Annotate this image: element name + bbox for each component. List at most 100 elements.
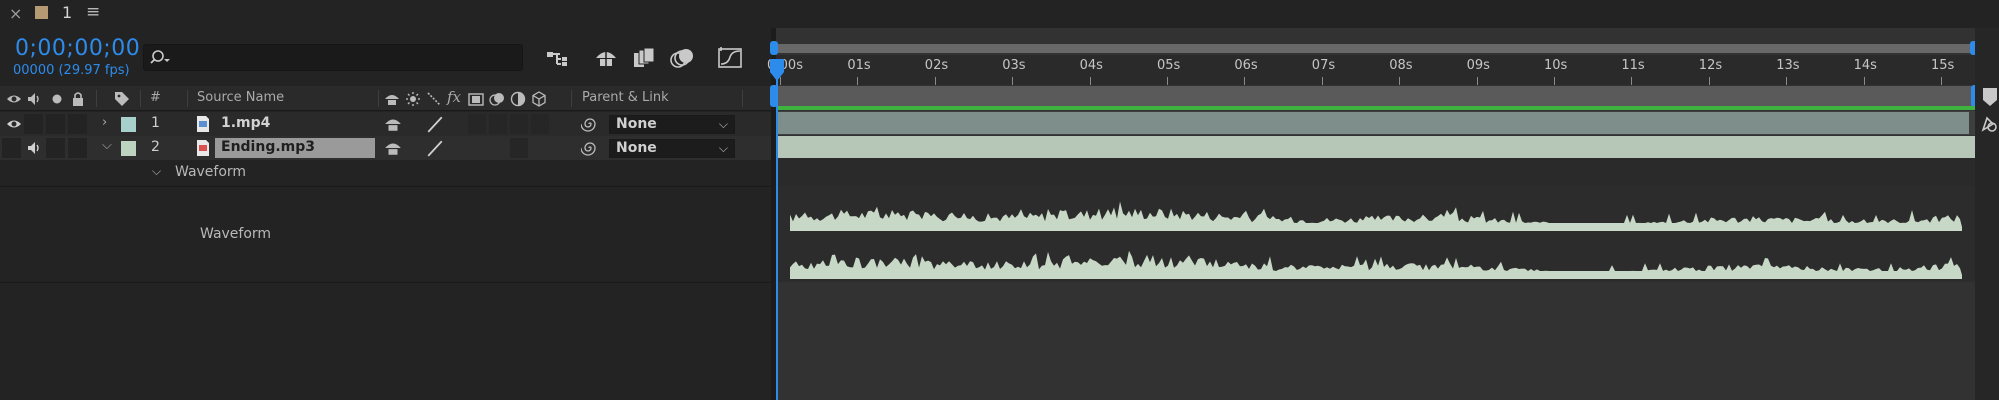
collapse-chevron-icon[interactable]: ⌵: [152, 164, 161, 179]
solo-icon[interactable]: [49, 91, 65, 107]
parent-dropdown[interactable]: None ⌵: [609, 139, 735, 158]
motion-blur-switch-icon[interactable]: [489, 91, 505, 107]
quality-switch-icon[interactable]: [426, 91, 442, 107]
3d-layer-icon[interactable]: [531, 91, 547, 107]
ruler-tick: [1941, 77, 1942, 85]
parent-dropdown[interactable]: None ⌵: [609, 115, 735, 134]
timeline-right-gutter: [1975, 28, 1999, 400]
ruler-tick-label: 01s: [847, 58, 871, 73]
layer-duration-bar-video[interactable]: [778, 112, 1969, 134]
shy-switch-icon[interactable]: [384, 91, 400, 107]
ruler-tick: [1476, 77, 1478, 85]
collapse-chevron-icon[interactable]: ⌵: [102, 138, 112, 153]
layer-search-box[interactable]: [143, 44, 523, 71]
ruler-tick-label: 14s: [1853, 58, 1877, 73]
expand-chevron-icon[interactable]: ›: [102, 115, 107, 130]
close-tab-button[interactable]: ×: [9, 4, 22, 23]
ruler-tick: [1631, 77, 1633, 85]
adjustment-layer-icon[interactable]: [510, 91, 526, 107]
solo-switch-cell[interactable]: [46, 114, 65, 134]
composition-tab-bar: × 1 ≡: [0, 0, 1999, 28]
parent-link-column-header[interactable]: Parent & Link: [582, 90, 669, 105]
panel-menu-icon[interactable]: ≡: [86, 2, 100, 22]
lock-switch-cell[interactable]: [68, 138, 87, 158]
shy-switch-icon[interactable]: [384, 139, 402, 157]
search-input[interactable]: [178, 47, 508, 68]
source-name-column-header[interactable]: Source Name: [197, 90, 284, 105]
parent-value: None: [616, 116, 657, 132]
layer-duration-bar-audio[interactable]: [778, 136, 1978, 158]
lock-icon[interactable]: [70, 91, 86, 107]
3d-switch[interactable]: [531, 114, 549, 134]
audio-speaker-icon[interactable]: [26, 91, 42, 107]
motion-blur-switch[interactable]: [489, 114, 507, 134]
work-area-bar[interactable]: [776, 86, 1975, 106]
ruler-tick: [1244, 77, 1246, 85]
ruler-tick-label: 06s: [1234, 58, 1258, 73]
quality-switch-icon[interactable]: [426, 115, 444, 133]
ruler-tick-label: 13s: [1776, 58, 1800, 73]
layer-in-marker-icon[interactable]: [1979, 114, 1999, 134]
pick-whip-icon[interactable]: [580, 139, 599, 157]
audio-waveform-left-channel: [790, 201, 1962, 231]
ruler-tick-label: 11s: [1621, 58, 1645, 73]
comp-marker-bin-icon[interactable]: [1981, 86, 1999, 108]
ruler-tick-label: 07s: [1311, 58, 1336, 73]
video-switch-cell[interactable]: [2, 138, 21, 158]
lock-switch-cell[interactable]: [68, 114, 87, 134]
ruler-tick: [1321, 77, 1323, 85]
frame-count-display: 00000 (29.97 fps): [13, 63, 130, 78]
layer-label-color[interactable]: [121, 141, 136, 156]
time-navigator-bar[interactable]: [776, 44, 1975, 53]
adjustment-switch[interactable]: [510, 114, 528, 134]
draft-3d-icon[interactable]: [544, 46, 572, 70]
audio-file-icon: [195, 139, 211, 157]
layer-label-color[interactable]: [121, 117, 136, 132]
current-time-indicator-head[interactable]: [769, 58, 785, 82]
pick-whip-icon[interactable]: [580, 115, 599, 133]
layer-column-header: # Source Name fx Parent & Link: [0, 86, 773, 111]
ruler-tick: [1786, 77, 1788, 85]
search-icon[interactable]: [149, 48, 173, 68]
ruler-tick-label: 03s: [1002, 58, 1026, 73]
quality-switch-icon[interactable]: [426, 139, 444, 157]
solo-switch-cell[interactable]: [46, 138, 65, 158]
motion-blur-icon[interactable]: [668, 46, 696, 70]
ruler-tick: [857, 77, 859, 85]
layer-number: 2: [151, 139, 160, 155]
layer-row[interactable]: › 1 1.mp4 None ⌵: [0, 112, 773, 136]
ruler-tick: [1399, 77, 1401, 85]
ruler-tick-label: 02s: [924, 58, 949, 73]
video-visibility-icon[interactable]: [6, 91, 22, 107]
frame-blend-switch[interactable]: [468, 114, 486, 134]
waveform-property-group[interactable]: ⌵ Waveform: [0, 160, 773, 187]
graph-editor-icon[interactable]: [716, 46, 744, 70]
composition-tab-name[interactable]: 1: [62, 3, 72, 22]
frame-blending-icon[interactable]: [630, 46, 658, 70]
label-tag-icon[interactable]: [114, 91, 130, 107]
shy-layers-icon[interactable]: [592, 46, 620, 70]
video-file-icon: [195, 115, 211, 133]
layer-row[interactable]: ⌵ 2 Ending.mp3 None ⌵: [0, 136, 773, 160]
adjustment-switch[interactable]: [510, 138, 528, 158]
collapse-transformations-icon[interactable]: [405, 91, 421, 107]
shy-switch-icon[interactable]: [384, 115, 402, 133]
layer-name[interactable]: 1.mp4: [215, 114, 270, 134]
video-visibility-icon[interactable]: [6, 116, 22, 132]
ruler-tick: [1554, 77, 1555, 85]
waveform-property-row[interactable]: Waveform: [0, 188, 773, 283]
ruler-tick-label: 04s: [1079, 58, 1103, 73]
current-time-display[interactable]: 0;00;00;00: [15, 36, 140, 61]
ruler-tick-label: 15s: [1931, 58, 1955, 73]
number-column-header[interactable]: #: [150, 90, 161, 105]
ruler-tick: [1167, 77, 1168, 85]
ruler-tick-label: 08s: [1389, 58, 1413, 73]
current-time-indicator-line[interactable]: [776, 70, 778, 400]
frame-blending-switch-icon[interactable]: [468, 91, 484, 107]
effects-fx-icon[interactable]: fx: [447, 88, 461, 106]
ruler-tick-label: 12s: [1698, 58, 1723, 73]
audio-speaker-icon[interactable]: [26, 140, 42, 156]
time-navigator-start-handle[interactable]: [770, 41, 778, 55]
audio-switch-cell[interactable]: [24, 114, 43, 134]
layer-name[interactable]: Ending.mp3: [215, 138, 375, 158]
